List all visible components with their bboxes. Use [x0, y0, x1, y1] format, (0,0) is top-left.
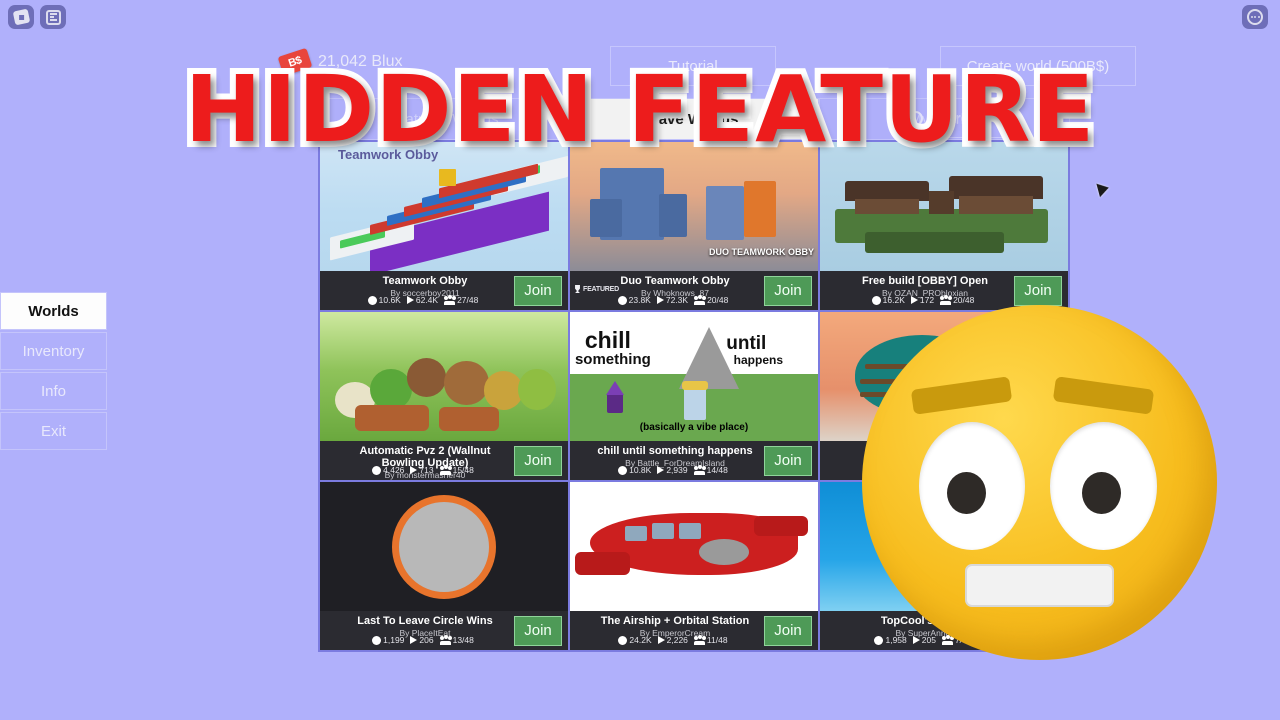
featured-badge: FEATURED — [574, 285, 619, 293]
chat-bubble-icon[interactable] — [1242, 5, 1268, 29]
table-row[interactable]: Last To Leave Circle Wins By PlaceItEat … — [320, 482, 568, 650]
chill-word-2: until — [726, 332, 767, 354]
card-meta: Last To Leave Circle Wins By PlaceItEat … — [320, 611, 568, 650]
visits-icon — [657, 636, 665, 644]
players-icon — [693, 464, 706, 475]
players-icon — [439, 634, 452, 645]
trophy-icon — [575, 285, 580, 293]
join-button[interactable]: Join — [514, 445, 562, 476]
like-icon — [372, 635, 382, 645]
like-icon — [367, 295, 377, 305]
like-icon — [618, 635, 628, 645]
card-meta: Automatic Pvz 2 (Wallnut Bowling Update)… — [320, 441, 568, 480]
card-likes: 4,426 — [383, 465, 405, 475]
card-players: 15/48 — [452, 465, 474, 475]
card-likes: 1,199 — [383, 635, 405, 645]
table-row[interactable]: DUO TEAMWORK OBBY FEATURED Duo Teamwork … — [570, 142, 818, 310]
thumb-subcaption: (basically a vibe place) — [639, 422, 749, 433]
sidebar-item-info[interactable]: Info — [0, 372, 107, 410]
shocked-face-emoji-icon — [862, 305, 1217, 660]
sidebar-item-inventory[interactable]: Inventory — [0, 332, 107, 370]
join-button[interactable]: Join — [764, 615, 812, 646]
join-button[interactable]: Join — [764, 275, 812, 306]
card-thumbnail — [320, 312, 568, 441]
card-likes: 16.2K — [882, 295, 905, 305]
card-players: 20/48 — [707, 295, 729, 305]
sidebar-item-exit[interactable]: Exit — [0, 412, 107, 450]
mouse-cursor — [1096, 180, 1111, 198]
table-row[interactable]: Automatic Pvz 2 (Wallnut Bowling Update)… — [320, 312, 568, 480]
card-likes: 24.2K — [629, 635, 652, 645]
card-likes: 10.8K — [629, 465, 652, 475]
players-icon — [693, 634, 706, 645]
roblox-home-icon[interactable] — [8, 5, 34, 29]
like-icon — [617, 295, 627, 305]
visits-icon — [910, 296, 918, 304]
card-meta: FEATURED Duo Teamwork Obby By Whoknows_8… — [570, 271, 818, 310]
visits-icon — [410, 466, 418, 474]
sidebar-item-worlds[interactable]: Worlds — [0, 292, 107, 330]
card-visits: 2,939 — [666, 465, 688, 475]
visits-icon — [410, 636, 418, 644]
card-players: 20/48 — [953, 295, 975, 305]
card-visits: 713 — [419, 465, 434, 475]
card-players: 13/48 — [452, 635, 474, 645]
like-icon — [871, 295, 881, 305]
visits-icon — [657, 466, 665, 474]
overlay-headline: HIDDEN FEATURE — [182, 56, 1098, 163]
card-visits: 2,226 — [666, 635, 688, 645]
roblox-topbar — [0, 0, 1280, 34]
card-thumbnail — [570, 482, 818, 611]
card-players: 27/48 — [457, 295, 479, 305]
card-likes: 10.6K — [378, 295, 401, 305]
roblox-menu-icon[interactable] — [40, 5, 66, 29]
card-visits: 62.4K — [415, 295, 439, 305]
card-meta: Teamwork Obby By soccerboy2011 10.6K 62.… — [320, 271, 568, 310]
players-icon — [940, 294, 953, 305]
chill-word-3: something — [574, 350, 651, 368]
join-button[interactable]: Join — [514, 615, 562, 646]
thumb-caption: DUO TEAMWORK OBBY — [709, 247, 814, 257]
card-thumbnail: chill until something happens (basically… — [570, 312, 818, 441]
card-visits: 172 — [919, 295, 935, 305]
join-button[interactable]: Join — [764, 445, 812, 476]
visits-icon — [656, 296, 664, 304]
players-icon — [694, 294, 707, 305]
card-visits: 72.3K — [665, 295, 689, 305]
card-thumbnail — [320, 482, 568, 611]
join-button[interactable]: Join — [514, 275, 562, 306]
chill-word-4: happens — [733, 353, 784, 368]
card-visits: 206 — [419, 635, 434, 645]
table-row[interactable]: The Airship + Orbital Station By Emperor… — [570, 482, 818, 650]
like-icon — [618, 465, 628, 475]
players-icon — [444, 294, 457, 305]
visits-icon — [406, 296, 414, 304]
card-likes: 23.8K — [628, 295, 651, 305]
left-sidebar: Worlds Inventory Info Exit — [0, 292, 107, 452]
featured-label: FEATURED — [583, 285, 619, 293]
table-row[interactable]: Teamwork Obby Teamwork Obby By soccerboy… — [320, 142, 568, 310]
card-meta: chill until something happens By Battle_… — [570, 441, 818, 480]
like-icon — [372, 465, 382, 475]
table-row[interactable]: chill until something happens (basically… — [570, 312, 818, 480]
card-players: 11/48 — [706, 635, 728, 645]
card-players: 14/48 — [706, 465, 728, 475]
game-screen: B$ 21,042 Blux Tutorial Create world (50… — [0, 0, 1280, 720]
table-row[interactable]: Free build [OBBY] Open By OZAN_PRObloxia… — [820, 142, 1068, 310]
join-button[interactable]: Join — [1014, 275, 1062, 306]
players-icon — [439, 464, 452, 475]
card-meta: The Airship + Orbital Station By Emperor… — [570, 611, 818, 650]
